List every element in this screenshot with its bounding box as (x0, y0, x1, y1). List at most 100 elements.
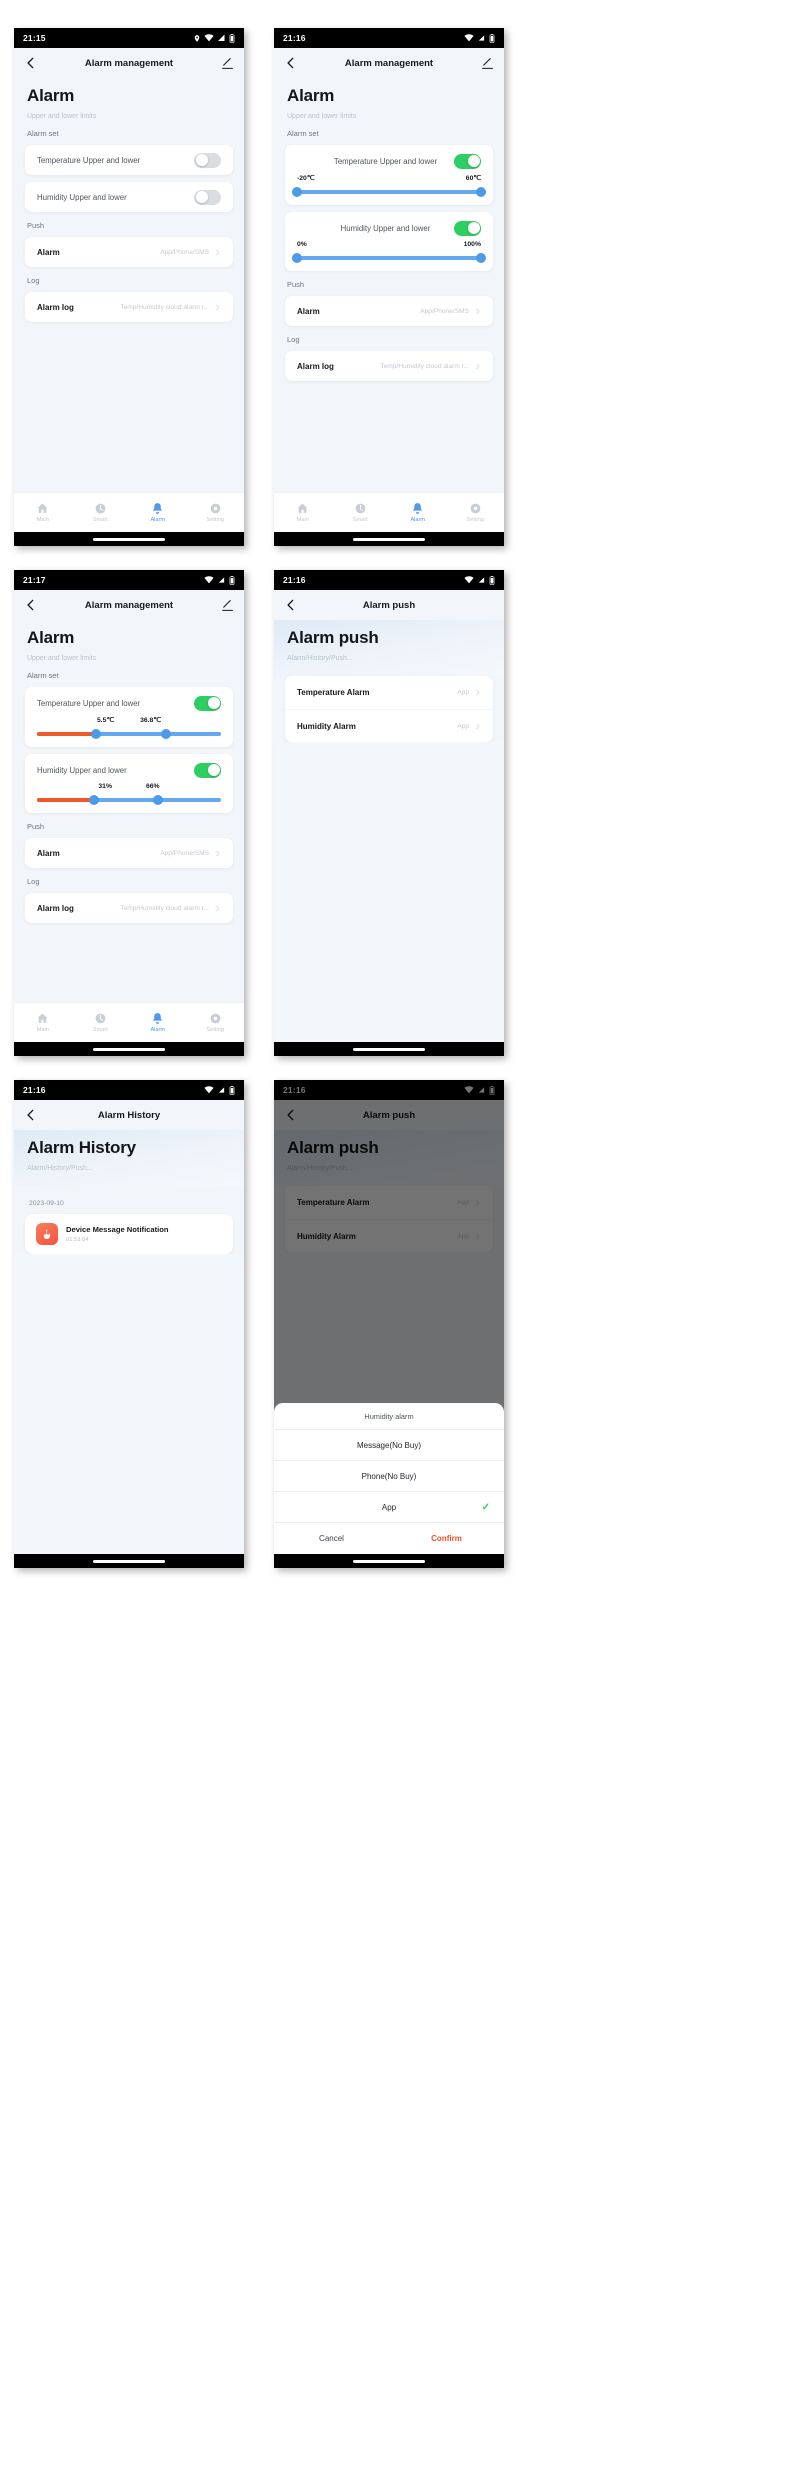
humidity-range-values: 0% 100% (297, 241, 481, 248)
cancel-button[interactable]: Cancel (274, 1523, 389, 1554)
row-alarm-log[interactable]: Alarm log Temp/Humidity cloud alarm r... (285, 351, 493, 381)
tab-alarm[interactable]: Alarm (129, 1012, 187, 1033)
slider-thumb-high[interactable] (476, 253, 486, 263)
toggle-humidity[interactable] (454, 220, 481, 236)
home-icon (297, 503, 308, 513)
row-humidity-toggle[interactable]: Humidity Upper and lower (297, 220, 481, 236)
home-indicator[interactable] (93, 1047, 165, 1051)
back-icon[interactable] (24, 56, 38, 70)
row-temperature-toggle[interactable]: Temperature Upper and lower (37, 695, 221, 711)
home-indicator[interactable] (353, 1047, 425, 1051)
back-icon[interactable] (284, 56, 298, 70)
section-label-alarm-set: Alarm set (287, 129, 319, 138)
slider-thumb-low[interactable] (292, 253, 302, 263)
back-icon[interactable] (284, 598, 298, 612)
toggle-temperature[interactable] (454, 153, 481, 169)
phone-screen-alarm-management-on-adjusted: 21:17 Alarm management Alarm Upper and l… (14, 570, 244, 1056)
slider-thumb-high[interactable] (153, 795, 164, 805)
history-entry[interactable]: Device Message Notification 01:53:04 (25, 1214, 233, 1254)
tab-smart[interactable]: Smart (72, 502, 130, 523)
slider-thumb-high[interactable] (160, 729, 171, 739)
slider-fill-low (37, 732, 96, 736)
row-label: Humidity Upper and lower (37, 765, 127, 775)
edit-icon[interactable] (221, 599, 234, 612)
row-humidity-alarm[interactable]: Humidity Alarm App (285, 709, 493, 742)
tab-setting[interactable]: Setting (187, 1012, 245, 1033)
row-alarm-log[interactable]: Alarm log Temp/Humidity cloud alarm r... (25, 292, 233, 322)
back-icon[interactable] (24, 598, 38, 612)
edit-icon[interactable] (221, 57, 234, 70)
row-humidity-toggle[interactable]: Humidity Upper and lower (25, 182, 233, 212)
row-temperature-toggle[interactable]: Temperature Upper and lower (25, 145, 233, 175)
row-alarm-push[interactable]: Alarm App/Phone/SMS (285, 296, 493, 326)
humidity-range-slider[interactable] (37, 795, 221, 805)
back-icon[interactable] (24, 1108, 38, 1122)
slider-thumb-high[interactable] (476, 187, 486, 197)
sheet-option-app[interactable]: App ✓ (274, 1492, 504, 1523)
tab-smart[interactable]: Smart (332, 502, 390, 523)
sheet-option-message[interactable]: Message(No Buy) (274, 1430, 504, 1461)
bottom-tab-bar: Main Smart Alarm Setting (274, 492, 504, 532)
temperature-range-values: 5.5℃ 36.8℃ (37, 716, 221, 724)
battery-icon (489, 33, 495, 43)
card-temperature-toggle: Temperature Upper and lower (25, 145, 233, 175)
tab-label: Setting (466, 517, 484, 523)
temperature-range-values: -20℃ 60℃ (297, 174, 481, 182)
edit-icon[interactable] (481, 57, 494, 70)
phone-screen-alarm-management-off: 21:15 Alarm management Alarm Upper and l… (14, 28, 244, 546)
home-indicator-bar (274, 532, 504, 546)
temperature-range-slider[interactable] (37, 729, 221, 739)
phone-screen-alarm-management-on-default: 21:16 Alarm management Alarm Upper and l… (274, 28, 504, 546)
home-indicator[interactable] (353, 1559, 425, 1563)
home-indicator[interactable] (93, 1559, 165, 1563)
temperature-range-slider[interactable] (292, 187, 486, 197)
page-subtitle: Upper and lower limits (287, 113, 357, 120)
clock-icon (95, 1013, 106, 1024)
slider-thumb-low[interactable] (89, 795, 100, 805)
range-max-value: 60℃ (465, 175, 481, 182)
card-humidity-slider: Humidity Upper and lower 31% 66% (25, 754, 233, 813)
chevron-right-icon (476, 723, 480, 729)
row-alarm-log[interactable]: Alarm log Temp/Humidity cloud alarm r... (25, 893, 233, 923)
humidity-range-slider[interactable] (292, 253, 486, 263)
slider-thumb-low[interactable] (292, 187, 302, 197)
toggle-temperature[interactable] (194, 152, 221, 168)
row-label: Temperature Upper and lower (37, 155, 141, 165)
status-icons (464, 33, 495, 43)
tab-label: Setting (206, 517, 224, 523)
sheet-option-phone[interactable]: Phone(No Buy) (274, 1461, 504, 1492)
toggle-temperature[interactable] (194, 695, 221, 711)
toggle-humidity[interactable] (194, 762, 221, 778)
clock-icon (355, 503, 366, 514)
gear-icon (210, 1013, 221, 1024)
row-temperature-alarm[interactable]: Temperature Alarm App (285, 676, 493, 709)
chevron-right-icon (476, 308, 480, 314)
slider-thumb-low[interactable] (90, 729, 101, 739)
humidity-range-values: 31% 66% (37, 783, 221, 790)
tab-alarm[interactable]: Alarm (129, 502, 187, 523)
row-alarm-push[interactable]: Alarm App/Phone/SMS (25, 838, 233, 868)
confirm-button[interactable]: Confirm (389, 1523, 504, 1554)
toggle-humidity[interactable] (194, 189, 221, 205)
fire-alert-icon (36, 1223, 58, 1245)
tab-main[interactable]: Main (14, 1012, 72, 1033)
tab-setting[interactable]: Setting (187, 502, 245, 523)
section-label-push: Push (27, 221, 45, 230)
section-label-push: Push (27, 822, 45, 831)
row-alarm-push[interactable]: Alarm App/Phone/SMS (25, 237, 233, 267)
tab-main[interactable]: Main (14, 502, 72, 523)
tab-main[interactable]: Main (274, 502, 332, 523)
home-indicator[interactable] (93, 537, 165, 541)
page-title-nav: Alarm management (344, 57, 434, 69)
status-icons (193, 33, 235, 43)
signal-icon (478, 35, 485, 41)
row-label: Alarm (37, 247, 60, 257)
page-title-nav: Alarm management (84, 57, 174, 69)
tab-setting[interactable]: Setting (447, 502, 505, 523)
row-temperature-toggle[interactable]: Temperature Upper and lower (297, 153, 481, 169)
tab-alarm[interactable]: Alarm (389, 502, 447, 523)
home-indicator[interactable] (353, 537, 425, 541)
row-humidity-toggle[interactable]: Humidity Upper and lower (37, 762, 221, 778)
tab-smart[interactable]: Smart (72, 1012, 130, 1033)
card-alarm-log: Alarm log Temp/Humidity cloud alarm r... (25, 893, 233, 923)
